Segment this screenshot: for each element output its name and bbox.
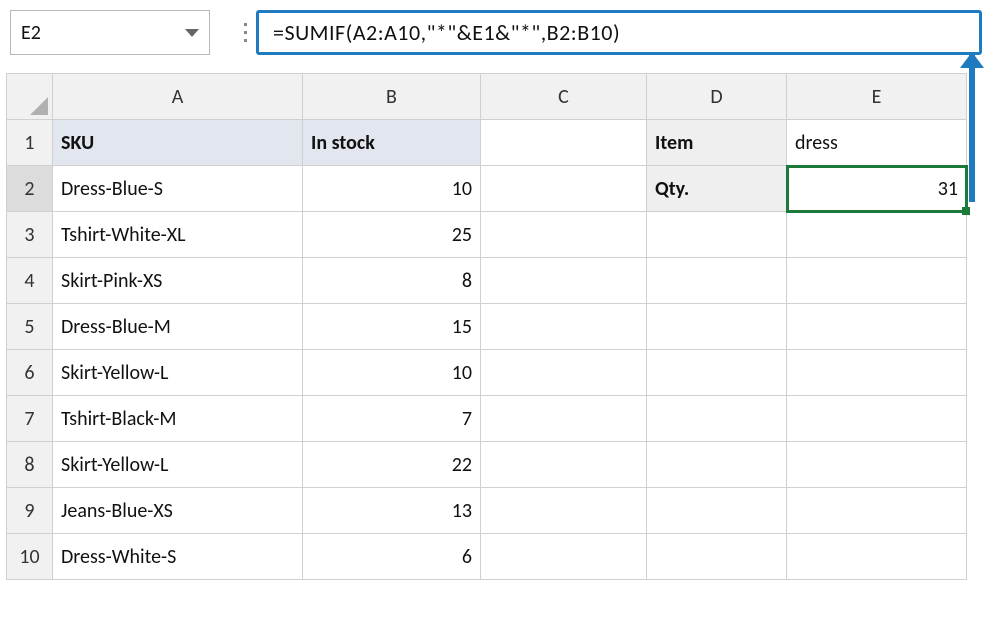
cell-A6[interactable]: Skirt-Yellow-L [53, 350, 303, 396]
cell-D8[interactable] [647, 442, 787, 488]
cell-E8[interactable] [787, 442, 967, 488]
cell-E2-selected[interactable]: 31 [787, 166, 967, 212]
formula-bar-divider [234, 10, 256, 55]
row-header-4[interactable]: 4 [7, 258, 53, 304]
cell-E7[interactable] [787, 396, 967, 442]
cell-A1[interactable]: SKU [53, 120, 303, 166]
cell-D5[interactable] [647, 304, 787, 350]
col-header-B[interactable]: B [303, 74, 481, 120]
row-8: 8 Skirt-Yellow-L 22 [7, 442, 967, 488]
row-header-6[interactable]: 6 [7, 350, 53, 396]
row-header-1[interactable]: 1 [7, 120, 53, 166]
row-header-2[interactable]: 2 [7, 166, 53, 212]
formula-text: =SUMIF(A2:A10,"*"&E1&"*",B2:B10) [273, 19, 620, 46]
cell-C5[interactable] [481, 304, 647, 350]
cell-D1[interactable]: Item [647, 120, 787, 166]
row-5: 5 Dress-Blue-M 15 [7, 304, 967, 350]
spreadsheet-grid[interactable]: A B C D E 1 SKU In stock Item dress 2 Dr… [6, 73, 967, 580]
cell-B9[interactable]: 13 [303, 488, 481, 534]
chevron-down-icon[interactable] [185, 29, 199, 37]
col-header-C[interactable]: C [481, 74, 647, 120]
cell-D10[interactable] [647, 534, 787, 580]
row-header-10[interactable]: 10 [7, 534, 53, 580]
cell-B7[interactable]: 7 [303, 396, 481, 442]
cell-B3[interactable]: 25 [303, 212, 481, 258]
cell-D6[interactable] [647, 350, 787, 396]
cell-D4[interactable] [647, 258, 787, 304]
select-all-corner[interactable] [7, 74, 53, 120]
cell-A7[interactable]: Tshirt-Black-M [53, 396, 303, 442]
cell-D7[interactable] [647, 396, 787, 442]
row-header-9[interactable]: 9 [7, 488, 53, 534]
cell-A9[interactable]: Jeans-Blue-XS [53, 488, 303, 534]
cell-E3[interactable] [787, 212, 967, 258]
cell-C7[interactable] [481, 396, 647, 442]
cell-C6[interactable] [481, 350, 647, 396]
cell-B6[interactable]: 10 [303, 350, 481, 396]
cell-D9[interactable] [647, 488, 787, 534]
cell-C8[interactable] [481, 442, 647, 488]
row-header-8[interactable]: 8 [7, 442, 53, 488]
cell-B4[interactable]: 8 [303, 258, 481, 304]
cell-A3[interactable]: Tshirt-White-XL [53, 212, 303, 258]
row-1: 1 SKU In stock Item dress [7, 120, 967, 166]
cell-D3[interactable] [647, 212, 787, 258]
cell-A8[interactable]: Skirt-Yellow-L [53, 442, 303, 488]
row-4: 4 Skirt-Pink-XS 8 [7, 258, 967, 304]
cell-C10[interactable] [481, 534, 647, 580]
row-header-7[interactable]: 7 [7, 396, 53, 442]
cell-B8[interactable]: 22 [303, 442, 481, 488]
cell-C2[interactable] [481, 166, 647, 212]
row-10: 10 Dress-White-S 6 [7, 534, 967, 580]
formula-bar-row: E2 =SUMIF(A2:A10,"*"&E1&"*",B2:B10) [10, 10, 982, 55]
callout-arrow-icon [960, 52, 984, 68]
row-6: 6 Skirt-Yellow-L 10 [7, 350, 967, 396]
row-7: 7 Tshirt-Black-M 7 [7, 396, 967, 442]
row-2: 2 Dress-Blue-S 10 Qty. 31 [7, 166, 967, 212]
cell-B2[interactable]: 10 [303, 166, 481, 212]
cell-E9[interactable] [787, 488, 967, 534]
row-9: 9 Jeans-Blue-XS 13 [7, 488, 967, 534]
cell-D2[interactable]: Qty. [647, 166, 787, 212]
row-header-5[interactable]: 5 [7, 304, 53, 350]
cell-E5[interactable] [787, 304, 967, 350]
cell-C3[interactable] [481, 212, 647, 258]
cell-C9[interactable] [481, 488, 647, 534]
cell-A4[interactable]: Skirt-Pink-XS [53, 258, 303, 304]
row-header-3[interactable]: 3 [7, 212, 53, 258]
callout-arrow-line [969, 52, 975, 202]
cell-B5[interactable]: 15 [303, 304, 481, 350]
col-header-E[interactable]: E [787, 74, 967, 120]
cell-A10[interactable]: Dress-White-S [53, 534, 303, 580]
column-header-row: A B C D E [7, 74, 967, 120]
name-box[interactable]: E2 [10, 10, 210, 55]
cell-C4[interactable] [481, 258, 647, 304]
col-header-D[interactable]: D [647, 74, 787, 120]
cell-A5[interactable]: Dress-Blue-M [53, 304, 303, 350]
cell-A2[interactable]: Dress-Blue-S [53, 166, 303, 212]
cell-B1[interactable]: In stock [303, 120, 481, 166]
cell-E1[interactable]: dress [787, 120, 967, 166]
cell-B10[interactable]: 6 [303, 534, 481, 580]
cell-E4[interactable] [787, 258, 967, 304]
row-3: 3 Tshirt-White-XL 25 [7, 212, 967, 258]
col-header-A[interactable]: A [53, 74, 303, 120]
cell-E6[interactable] [787, 350, 967, 396]
cell-E10[interactable] [787, 534, 967, 580]
formula-bar-input[interactable]: =SUMIF(A2:A10,"*"&E1&"*",B2:B10) [256, 10, 982, 55]
name-box-value: E2 [21, 21, 185, 45]
cell-C1[interactable] [481, 120, 647, 166]
